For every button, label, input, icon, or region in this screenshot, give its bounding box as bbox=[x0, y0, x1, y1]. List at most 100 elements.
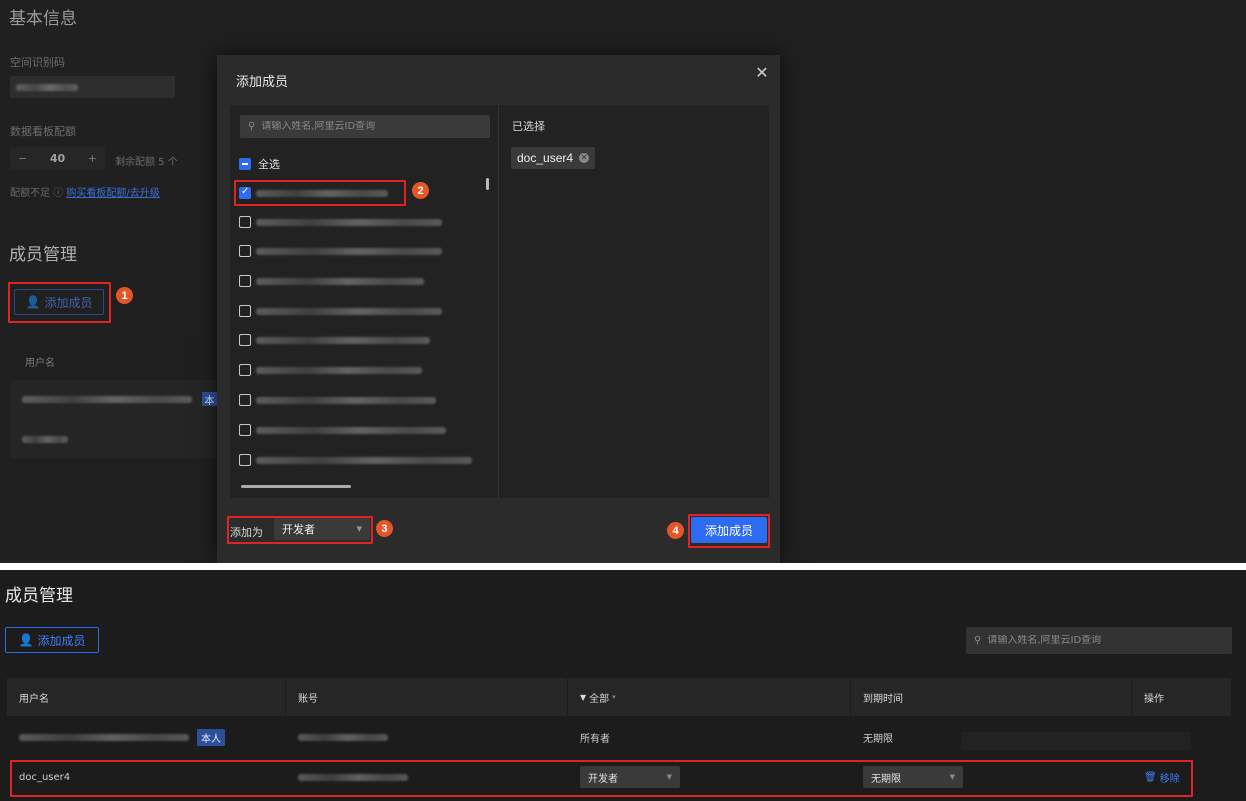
select-all-checkbox[interactable] bbox=[239, 158, 251, 170]
user-add-icon: 👤 bbox=[25, 295, 41, 309]
member-page-title: 成员管理 bbox=[5, 586, 73, 606]
step-4-marker: 4 bbox=[667, 522, 684, 539]
username-redacted bbox=[19, 733, 189, 741]
select-all-label: 全选 bbox=[258, 158, 280, 171]
account-redacted bbox=[298, 733, 388, 741]
column-expiry: 到期时间 bbox=[851, 678, 1132, 716]
search-icon: ⚲ bbox=[974, 635, 982, 646]
candidate-search-input[interactable] bbox=[261, 121, 482, 132]
table-row: doc_user4 开发者 ▼ 无期限 ▼ 🗑 移除 bbox=[7, 758, 1231, 796]
close-icon[interactable]: ✕ bbox=[754, 65, 770, 81]
list-horizontal-scrollbar[interactable] bbox=[241, 485, 351, 488]
remove-chip-icon[interactable]: ✕ bbox=[579, 153, 590, 163]
add-member-label: 添加成员 bbox=[37, 633, 86, 648]
candidate-name-redacted bbox=[256, 219, 442, 226]
role-cell: 开发者 ▼ bbox=[568, 758, 851, 796]
quota-hint: 配额不足 ⓘ 购买看板配额/去升级 bbox=[10, 184, 160, 199]
self-badge-partial: 本 bbox=[202, 392, 217, 407]
table-row: 本人 所有者 无期限 bbox=[7, 718, 1231, 756]
row-expiry-select[interactable]: 无期限 ▼ bbox=[863, 766, 963, 788]
space-id-redacted bbox=[16, 84, 78, 91]
candidate-checkbox[interactable] bbox=[239, 454, 251, 466]
trash-icon: 🗑 bbox=[1144, 771, 1157, 783]
add-member-label: 添加成员 bbox=[44, 295, 93, 310]
space-id-label: 空间识别码 bbox=[10, 56, 65, 69]
search-icon: ⚲ bbox=[248, 121, 256, 132]
self-badge: 本人 bbox=[197, 728, 225, 746]
dashboard-quota-label: 数据看板配额 bbox=[10, 125, 76, 138]
column-action: 操作 bbox=[1144, 693, 1164, 705]
column-account: 账号 bbox=[286, 678, 568, 716]
candidate-checkbox[interactable] bbox=[239, 334, 251, 346]
username-cell: 本人 bbox=[7, 718, 286, 756]
candidate-name-redacted bbox=[256, 367, 422, 374]
add-member-modal: 添加成员 ✕ ⚲ 全选 bbox=[217, 55, 780, 563]
list-scrollbar[interactable] bbox=[486, 178, 489, 190]
chevron-down-icon: ▼ bbox=[356, 525, 362, 533]
candidate-checkbox[interactable] bbox=[239, 216, 251, 228]
member-search-input[interactable] bbox=[987, 635, 1218, 646]
candidate-search[interactable]: ⚲ bbox=[240, 115, 490, 138]
member-list-screenshot: 成员管理 👤 添加成员 ⚲ 用户名 账号 ▼ 全部 ▾ 到期时间 操作 本人 所… bbox=[0, 570, 1246, 801]
candidate-name-redacted bbox=[256, 248, 442, 255]
candidate-checkbox[interactable] bbox=[239, 186, 251, 199]
row-role-value: 开发者 bbox=[588, 773, 618, 785]
candidate-list-panel: ⚲ 全选 bbox=[230, 105, 499, 498]
row-expiry-value: 无期限 bbox=[871, 773, 901, 785]
user-add-icon: 👤 bbox=[18, 633, 34, 647]
candidate-name-redacted bbox=[256, 337, 430, 344]
add-as-label: 添加为 bbox=[230, 526, 263, 539]
confirm-add-member-button[interactable]: 添加成员 bbox=[691, 517, 767, 543]
candidate-checkbox[interactable] bbox=[239, 275, 251, 287]
role-select[interactable]: 开发者 ▼ bbox=[274, 518, 370, 540]
quota-remaining: 剩余配额 5 个 bbox=[115, 157, 178, 168]
action-cell: 🗑 移除 bbox=[1132, 758, 1231, 796]
chevron-down-icon: ▼ bbox=[949, 773, 955, 781]
candidate-checkbox[interactable] bbox=[239, 394, 251, 406]
row-shade bbox=[961, 732, 1191, 750]
selected-member-name: doc_user4 bbox=[517, 151, 574, 165]
role-filter-value: 全部 bbox=[589, 693, 610, 705]
column-role[interactable]: ▼ 全部 ▾ bbox=[568, 678, 851, 716]
row-role-select[interactable]: 开发者 ▼ bbox=[580, 766, 680, 788]
row-redacted bbox=[22, 436, 68, 443]
quota-stepper[interactable]: − 40 + bbox=[10, 147, 105, 169]
candidate-name-redacted bbox=[256, 457, 472, 464]
username-redacted bbox=[22, 396, 192, 403]
modal-body: ⚲ 全选 bbox=[230, 105, 769, 498]
modal-title: 添加成员 bbox=[236, 75, 289, 90]
step-3-marker: 3 bbox=[376, 520, 393, 537]
candidate-name-redacted bbox=[256, 427, 446, 434]
candidate-name-redacted bbox=[256, 397, 436, 404]
screenshot-divider bbox=[0, 563, 1246, 570]
member-section-title: 成员管理 bbox=[9, 245, 77, 265]
candidate-name-redacted bbox=[256, 308, 442, 315]
buy-quota-link[interactable]: 购买看板配额/去升级 bbox=[66, 188, 159, 199]
add-member-button[interactable]: 👤 添加成员 bbox=[5, 627, 99, 653]
selected-member-chip: doc_user4 ✕ bbox=[511, 147, 596, 169]
step-2-marker: 2 bbox=[412, 182, 429, 199]
member-table-header: 用户名 账号 ▼ 全部 ▾ 到期时间 操作 bbox=[7, 678, 1231, 716]
account-cell bbox=[286, 758, 568, 796]
candidate-checkbox[interactable] bbox=[239, 245, 251, 257]
quota-minus-icon[interactable]: − bbox=[18, 152, 27, 165]
quota-value: 40 bbox=[49, 151, 66, 165]
column-username: 用户名 bbox=[7, 678, 286, 716]
chevron-down-icon: ▼ bbox=[666, 773, 672, 781]
add-member-dialog-screenshot: 基本信息 空间识别码 数据看板配额 − 40 + 剩余配额 5 个 配额不足 ⓘ… bbox=[0, 0, 1246, 563]
expiry-cell: 无期限 ▼ bbox=[851, 758, 1132, 796]
candidate-checkbox[interactable] bbox=[239, 364, 251, 376]
candidate-checkbox[interactable] bbox=[239, 424, 251, 436]
member-table-header: 用户名 bbox=[11, 336, 216, 380]
candidate-name-redacted bbox=[256, 190, 388, 197]
quota-plus-icon[interactable]: + bbox=[88, 152, 97, 165]
remove-member-link[interactable]: 🗑 移除 bbox=[1144, 770, 1180, 785]
filter-icon[interactable]: ▼ bbox=[580, 693, 586, 702]
candidate-name-redacted bbox=[256, 278, 424, 285]
role-select-value: 开发者 bbox=[282, 523, 315, 536]
role-cell: 所有者 bbox=[580, 733, 610, 745]
member-search[interactable]: ⚲ bbox=[966, 627, 1232, 654]
candidate-checkbox[interactable] bbox=[239, 305, 251, 317]
add-member-button[interactable]: 👤 添加成员 bbox=[14, 289, 104, 315]
account-cell bbox=[286, 718, 568, 756]
